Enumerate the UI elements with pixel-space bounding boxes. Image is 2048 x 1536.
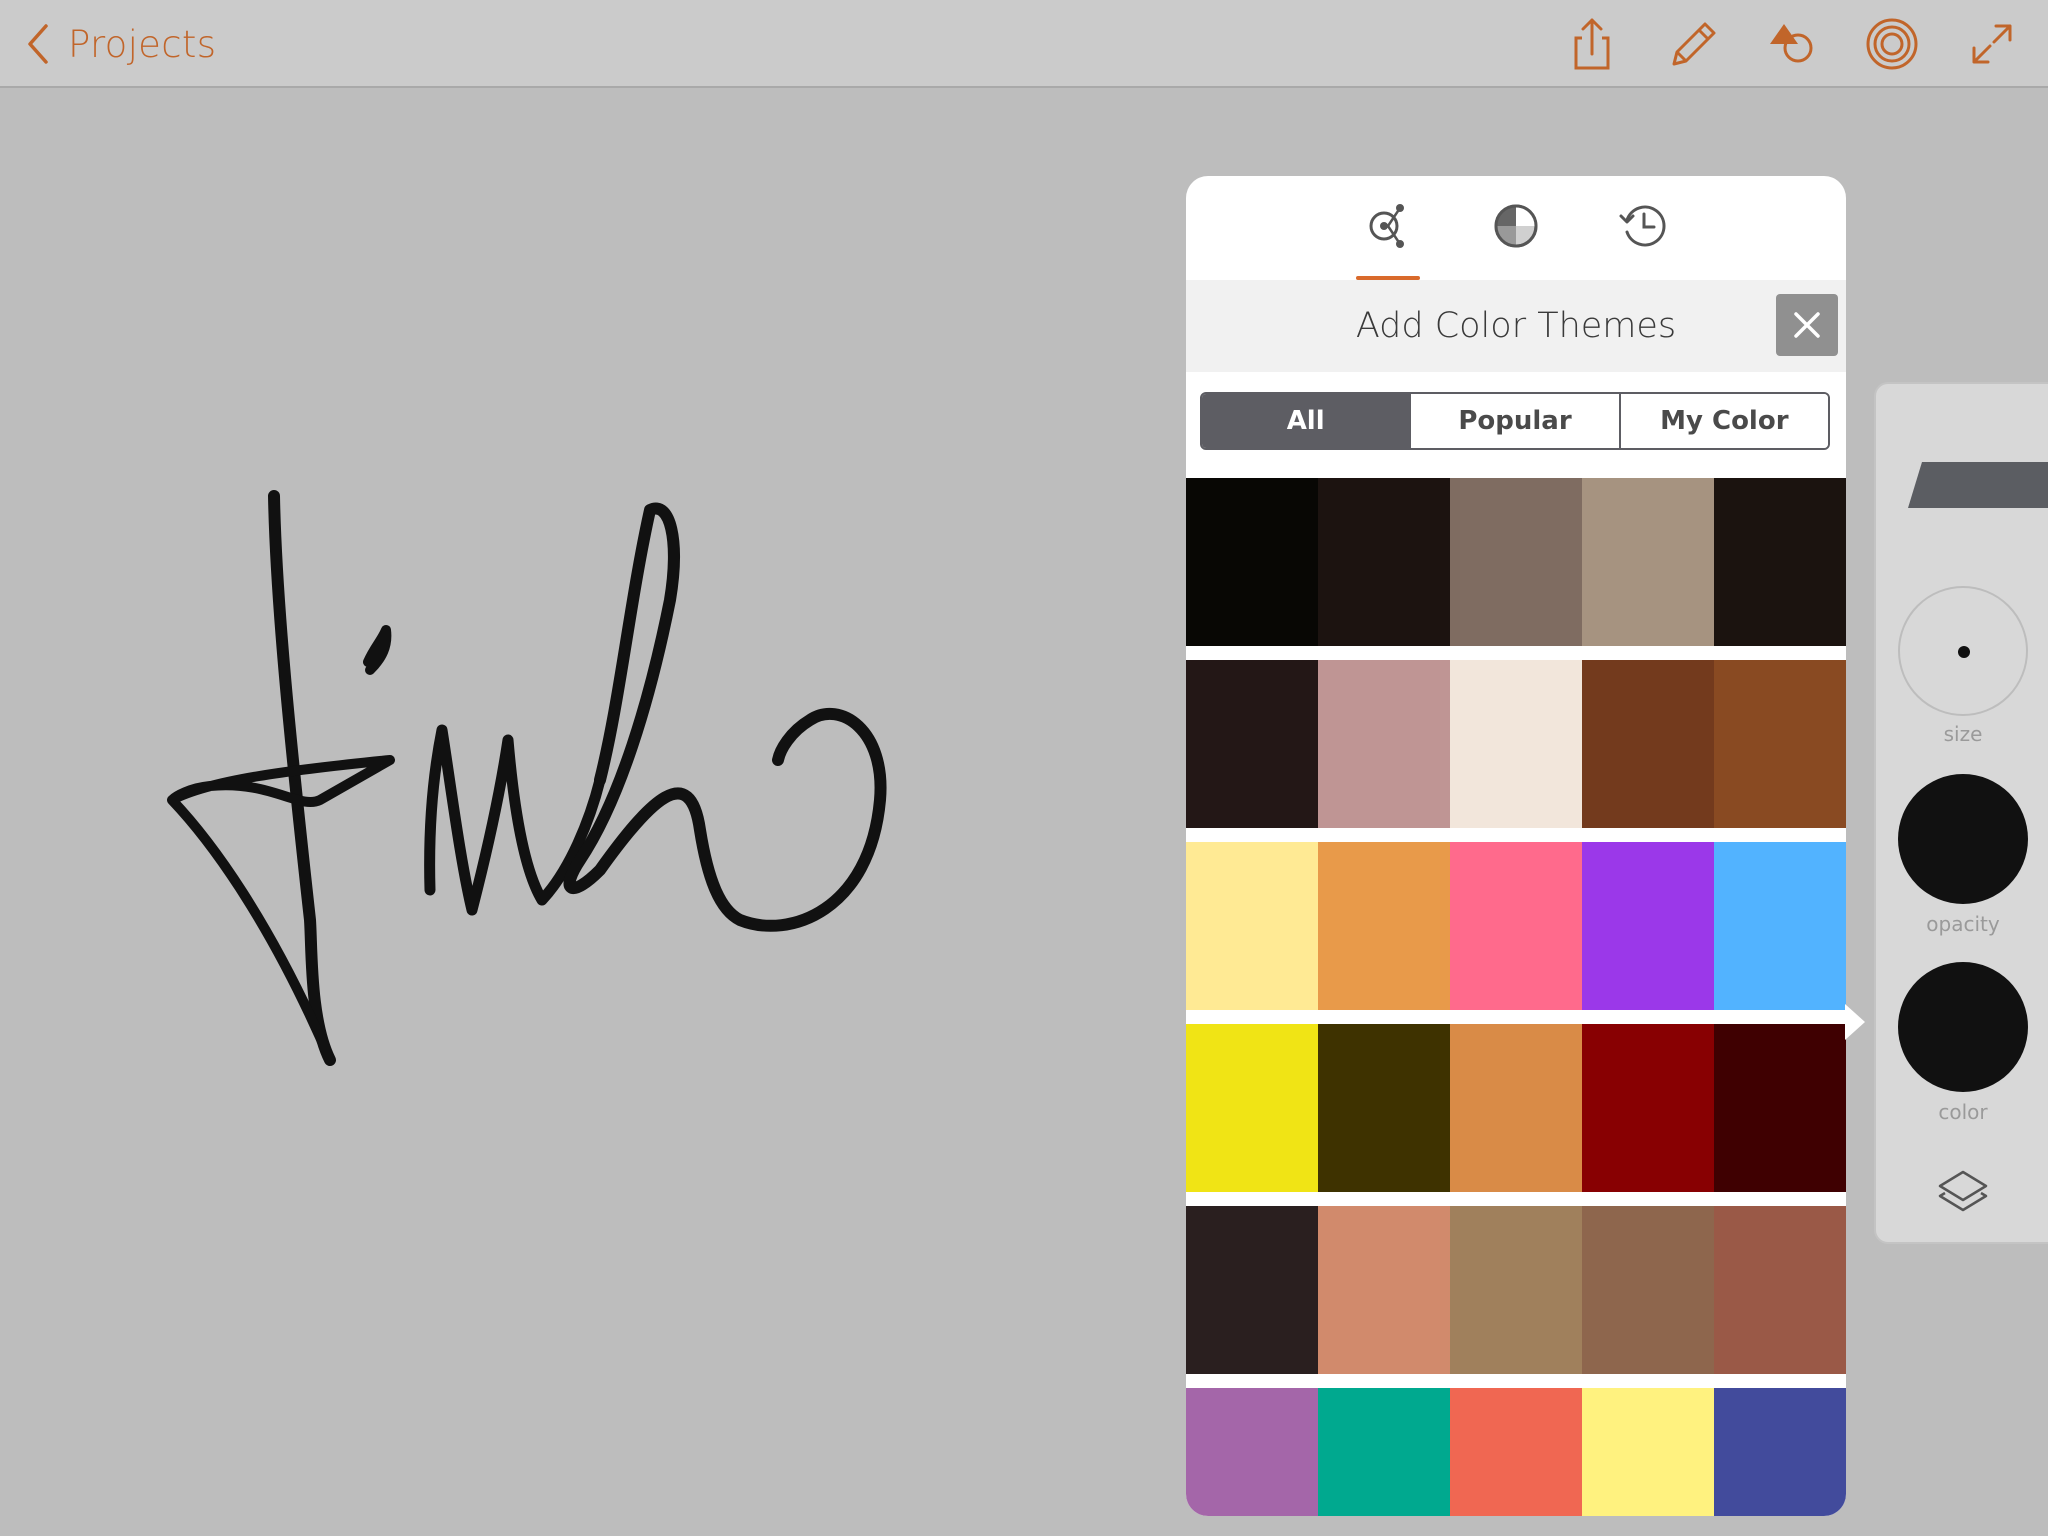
filter-my-color[interactable]: My Color	[1618, 394, 1828, 448]
color-swatch	[1450, 842, 1582, 1010]
panel-pointer	[1845, 1004, 1865, 1040]
filter-popular[interactable]: Popular	[1409, 394, 1619, 448]
history-icon	[1619, 205, 1666, 247]
share-icon[interactable]	[1562, 14, 1622, 74]
color-swatch	[1450, 660, 1582, 828]
color-swatch	[1186, 1206, 1318, 1374]
opacity-label: opacity	[1926, 912, 2000, 936]
color-swatch	[1318, 1024, 1450, 1192]
panel-header: Add Color Themes	[1186, 280, 1846, 372]
back-label: Projects	[68, 22, 217, 66]
color-swatch	[1714, 842, 1846, 1010]
color-swatch	[1186, 842, 1318, 1010]
panel-tab-bar	[1186, 176, 1846, 280]
color-swatch	[1582, 1206, 1714, 1374]
color-theme-row[interactable]	[1186, 842, 1846, 1010]
panel-title: Add Color Themes	[1355, 306, 1677, 346]
top-toolbar: Projects	[0, 0, 2048, 88]
color-swatch	[1714, 660, 1846, 828]
color-swatch	[1450, 1388, 1582, 1516]
color-swatch	[1186, 478, 1318, 646]
layers-icon[interactable]	[1936, 1164, 1990, 1218]
color-swatch	[1714, 1206, 1846, 1374]
shapes-icon[interactable]	[1762, 14, 1822, 74]
filter-all[interactable]: All	[1202, 394, 1410, 448]
color-swatch	[1582, 660, 1714, 828]
brush-preview-icon[interactable]	[1906, 460, 2048, 508]
color-swatch	[1714, 1388, 1846, 1516]
color-swatch	[1318, 478, 1450, 646]
color-swatch	[1186, 660, 1318, 828]
color-theme-row[interactable]	[1186, 478, 1846, 646]
color-swatch	[1318, 1206, 1450, 1374]
color-themes-panel: Add Color Themes All Popular My Color	[1186, 176, 1846, 1516]
opacity-control[interactable]	[1898, 774, 2028, 904]
close-icon	[1794, 312, 1820, 338]
tab-color-themes[interactable]	[1352, 200, 1424, 280]
chevron-left-icon	[28, 24, 48, 64]
color-swatch	[1582, 1024, 1714, 1192]
color-theme-list	[1186, 478, 1846, 1516]
color-wheel-icon	[1494, 204, 1538, 248]
color-control[interactable]	[1898, 962, 2028, 1092]
color-swatch	[1582, 1388, 1714, 1516]
color-swatch	[1582, 478, 1714, 646]
color-themes-icon	[1369, 204, 1404, 248]
concentric-circles-icon[interactable]	[1862, 14, 1922, 74]
color-theme-row[interactable]	[1186, 1206, 1846, 1374]
brush-tool-strip: size opacity color	[1874, 382, 2048, 1244]
color-swatch	[1582, 842, 1714, 1010]
tab-color-wheel[interactable]	[1480, 200, 1552, 280]
color-swatch	[1714, 1024, 1846, 1192]
size-label: size	[1943, 722, 1983, 746]
color-swatch	[1714, 478, 1846, 646]
pencil-icon[interactable]	[1662, 14, 1722, 74]
expand-icon[interactable]	[1962, 14, 2022, 74]
color-swatch	[1450, 1206, 1582, 1374]
color-swatch	[1186, 1388, 1318, 1516]
close-button[interactable]	[1776, 294, 1838, 356]
color-theme-row[interactable]	[1186, 660, 1846, 828]
canvas-drawing[interactable]	[150, 480, 950, 1080]
back-to-projects-button[interactable]: Projects	[24, 20, 216, 68]
brush-size-control[interactable]	[1898, 586, 2028, 716]
size-indicator-dot	[1958, 646, 1970, 658]
color-swatch	[1318, 1388, 1450, 1516]
color-swatch	[1318, 842, 1450, 1010]
theme-filter-segmented-control: All Popular My Color	[1200, 392, 1830, 450]
color-theme-row[interactable]	[1186, 1024, 1846, 1192]
color-swatch	[1318, 660, 1450, 828]
tab-history[interactable]	[1608, 200, 1680, 280]
color-swatch	[1450, 478, 1582, 646]
color-theme-row[interactable]	[1186, 1388, 1846, 1516]
color-swatch	[1450, 1024, 1582, 1192]
color-label: color	[1938, 1100, 1988, 1124]
color-swatch	[1186, 1024, 1318, 1192]
